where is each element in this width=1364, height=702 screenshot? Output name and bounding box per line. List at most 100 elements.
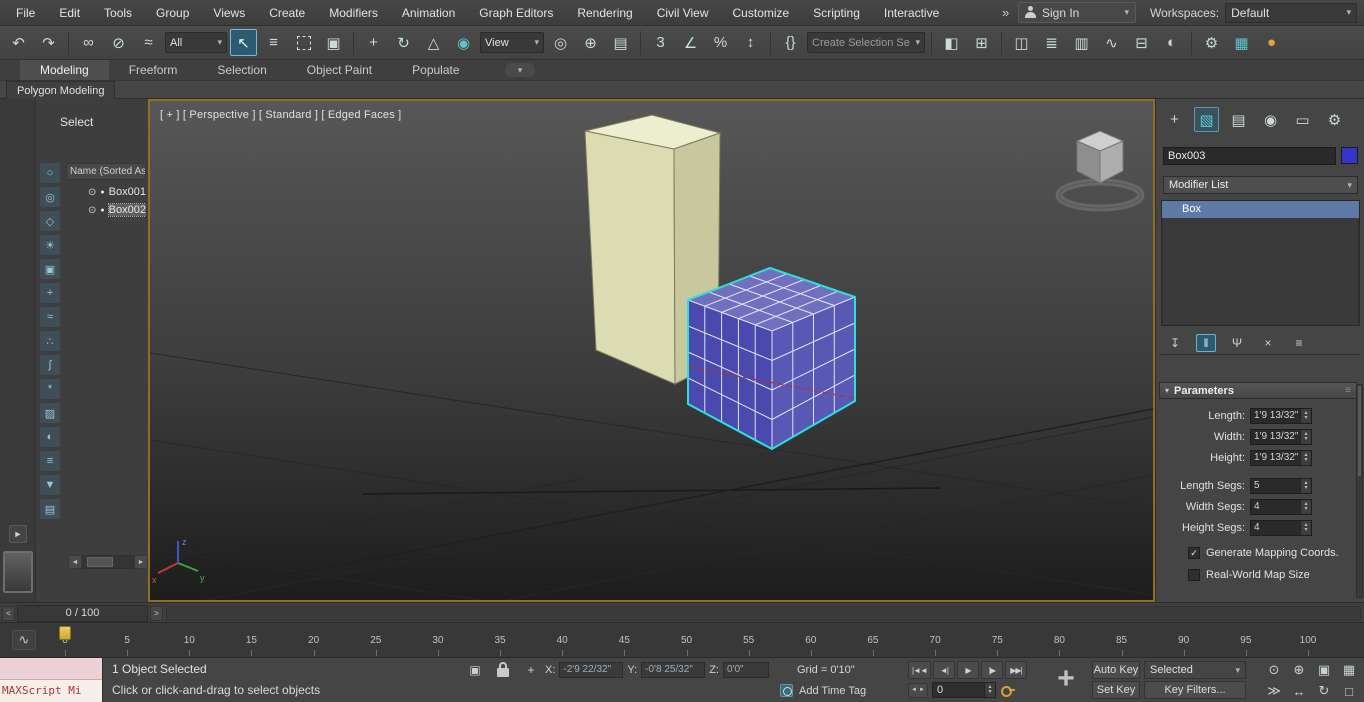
menu-item-modifiers[interactable]: Modifiers — [317, 0, 390, 25]
parameters-rollout-header[interactable]: ▾ Parameters ≡ — [1159, 382, 1357, 399]
modifier-stack[interactable]: Box — [1161, 200, 1360, 326]
menu-item-create[interactable]: Create — [257, 0, 317, 25]
parameter-field-length-segs[interactable]: 5▴▾ — [1250, 478, 1312, 494]
zoom-all-icon[interactable]: ⊕ — [1287, 660, 1311, 680]
checkbox-icon[interactable] — [1188, 569, 1200, 581]
edit-named-selection-sets-icon[interactable]: {} — [777, 29, 804, 56]
track-bar-lane[interactable] — [166, 606, 1361, 621]
make-unique-icon[interactable]: Ψ — [1227, 334, 1247, 352]
list-view-icon[interactable]: ≡ — [40, 451, 60, 471]
spinner-down-icon[interactable]: ▾ — [1304, 528, 1307, 533]
percent-snap-icon[interactable]: % — [707, 29, 734, 56]
unlink-selection-icon[interactable]: ⊘ — [105, 29, 132, 56]
explorer-options-icon[interactable]: ▤ — [40, 499, 60, 519]
coord-z-field[interactable]: 0'0" — [723, 662, 769, 678]
pan-view-icon[interactable]: ↔ — [1287, 681, 1311, 701]
isolate-selection-icon[interactable]: ▣ — [466, 662, 484, 678]
menu-item-group[interactable]: Group — [144, 0, 201, 25]
explorer-hscrollbar[interactable]: ◄ ► — [68, 555, 148, 569]
previous-frame-button[interactable]: ◄| — [933, 661, 955, 679]
ribbon-tab-populate[interactable]: Populate — [392, 60, 479, 80]
object-name-field[interactable]: Box003 — [1163, 147, 1336, 165]
select-and-rotate-icon[interactable]: ↻ — [390, 29, 417, 56]
select-and-link-icon[interactable]: ∞ — [75, 29, 102, 56]
display-bones-icon[interactable]: ∫ — [40, 355, 60, 375]
key-step-icons[interactable]: ◄ ► — [908, 683, 928, 698]
spinner-icon[interactable]: ▴▾ — [1300, 521, 1311, 535]
step-forward-icon[interactable]: ► — [919, 687, 925, 693]
checkbox-row-generate-mapping-coords[interactable]: ✓Generate Mapping Coords. — [1156, 542, 1364, 564]
remove-modifier-icon[interactable]: × — [1258, 334, 1278, 352]
explorer-row-box001[interactable]: ⊙●Box001 — [66, 183, 146, 201]
menu-item-edit[interactable]: Edit — [47, 0, 92, 25]
selection-filter-dropdown[interactable]: All▾ — [165, 32, 227, 53]
select-and-manipulate-icon[interactable]: ⊕ — [577, 29, 604, 56]
named-selection-set-dropdown[interactable]: Create Selection Se▾ — [807, 32, 925, 53]
menu-item-animation[interactable]: Animation — [390, 0, 467, 25]
spinner-icon[interactable]: ▴▾ — [1300, 409, 1311, 423]
viewport-canvas[interactable]: z x y — [150, 101, 1153, 600]
menu-item-scripting[interactable]: Scripting — [801, 0, 872, 25]
key-selection-set-dropdown[interactable]: Selected ▾ — [1144, 661, 1246, 679]
select-by-name-icon[interactable]: ≡ — [260, 29, 287, 56]
auto-key-button[interactable]: Auto Key — [1092, 661, 1140, 679]
maximize-viewport-toggle-icon[interactable]: □ — [1337, 681, 1361, 701]
material-editor-icon[interactable]: ◐ — [1158, 29, 1185, 56]
panel-scrollbar[interactable] — [1356, 384, 1363, 598]
utilities-tab[interactable]: ⚙ — [1322, 107, 1347, 132]
maxscript-pink-row[interactable] — [0, 658, 102, 680]
step-back-icon[interactable]: ◄ — [911, 687, 917, 693]
set-key-button[interactable]: Set Key — [1092, 681, 1140, 699]
menu-item-customize[interactable]: Customize — [721, 0, 802, 25]
key-filters-button[interactable]: Key Filters... — [1144, 681, 1246, 699]
coord-x-field[interactable]: -2'9 22/32" — [559, 662, 623, 678]
bind-to-space-warp-icon[interactable]: ≈ — [135, 29, 162, 56]
toggle-scene-explorer-icon[interactable]: ◫ — [1008, 29, 1035, 56]
coord-y-field[interactable]: -0'8 25/32" — [641, 662, 705, 678]
show-end-result-icon[interactable]: ‖ — [1196, 334, 1216, 352]
angle-snap-icon[interactable]: ∠ — [677, 29, 704, 56]
toggle-layer-explorer-icon[interactable]: ≣ — [1038, 29, 1065, 56]
display-materials-icon[interactable]: ◐ — [40, 427, 60, 447]
pick-mode-icon[interactable]: ▼ — [40, 475, 60, 495]
menu-overflow-chevron[interactable]: » — [1002, 0, 1009, 25]
ribbon-tab-selection[interactable]: Selection — [197, 60, 286, 80]
scroll-right-icon[interactable]: ► — [134, 555, 148, 569]
menu-item-views[interactable]: Views — [201, 0, 257, 25]
selection-lock-icon[interactable] — [494, 662, 512, 678]
perspective-viewport[interactable]: z x y [ + ] [ Perspective ] [ Standard ]… — [148, 99, 1155, 602]
ribbon-config-button[interactable]: ▾ — [505, 63, 535, 77]
display-geometry-icon[interactable]: ◎ — [40, 187, 60, 207]
zoom-icon[interactable]: ⊙ — [1262, 660, 1286, 680]
display-shapes-icon[interactable]: ◇ — [40, 211, 60, 231]
spinner-snap-icon[interactable]: ↕ — [737, 29, 764, 56]
menu-item-tools[interactable]: Tools — [92, 0, 144, 25]
maxscript-text[interactable]: MAXScript Mi — [0, 680, 102, 702]
spinner-down-icon[interactable]: ▾ — [1304, 507, 1307, 512]
rectangular-selection-region-icon[interactable] — [290, 29, 317, 56]
viewport-layout-thumbnail[interactable] — [3, 551, 33, 593]
display-all-icon[interactable]: ○ — [40, 163, 60, 183]
parameter-field-width[interactable]: 1'9 13/32"▴▾ — [1250, 429, 1312, 445]
toggle-ribbon-icon[interactable]: ▥ — [1068, 29, 1095, 56]
window-crossing-toggle-icon[interactable]: ▣ — [320, 29, 347, 56]
scroll-left-icon[interactable]: ◄ — [68, 555, 82, 569]
rendered-frame-window-icon[interactable]: ▦ — [1228, 29, 1255, 56]
menu-item-interactive[interactable]: Interactive — [872, 0, 951, 25]
undo-icon[interactable]: ↶ — [5, 29, 32, 56]
modify-tab[interactable]: ▧ — [1194, 107, 1219, 132]
current-frame-field[interactable]: 0 ▴ ▾ — [932, 682, 996, 698]
pin-stack-icon[interactable]: ↧ — [1165, 334, 1185, 352]
spinner-down-icon[interactable]: ▾ — [1304, 486, 1307, 491]
mirror-icon[interactable]: ◧ — [938, 29, 965, 56]
spinner-down-icon[interactable]: ▾ — [1304, 416, 1307, 421]
spinner-icon[interactable]: ▴▾ — [1300, 500, 1311, 514]
select-and-scale-icon[interactable]: △ — [420, 29, 447, 56]
explorer-column-header[interactable]: Name (Sorted Ascending) — [66, 163, 146, 180]
go-to-start-button[interactable]: |◄◄ — [908, 661, 931, 679]
modifier-stack-item-box[interactable]: Box — [1162, 201, 1359, 218]
spinner-icon[interactable]: ▴▾ — [1300, 430, 1311, 444]
parameter-field-height[interactable]: 1'9 13/32"▴▾ — [1250, 450, 1312, 466]
render-production-icon[interactable]: ● — [1258, 29, 1285, 56]
orbit-icon[interactable]: ↻ — [1312, 681, 1336, 701]
